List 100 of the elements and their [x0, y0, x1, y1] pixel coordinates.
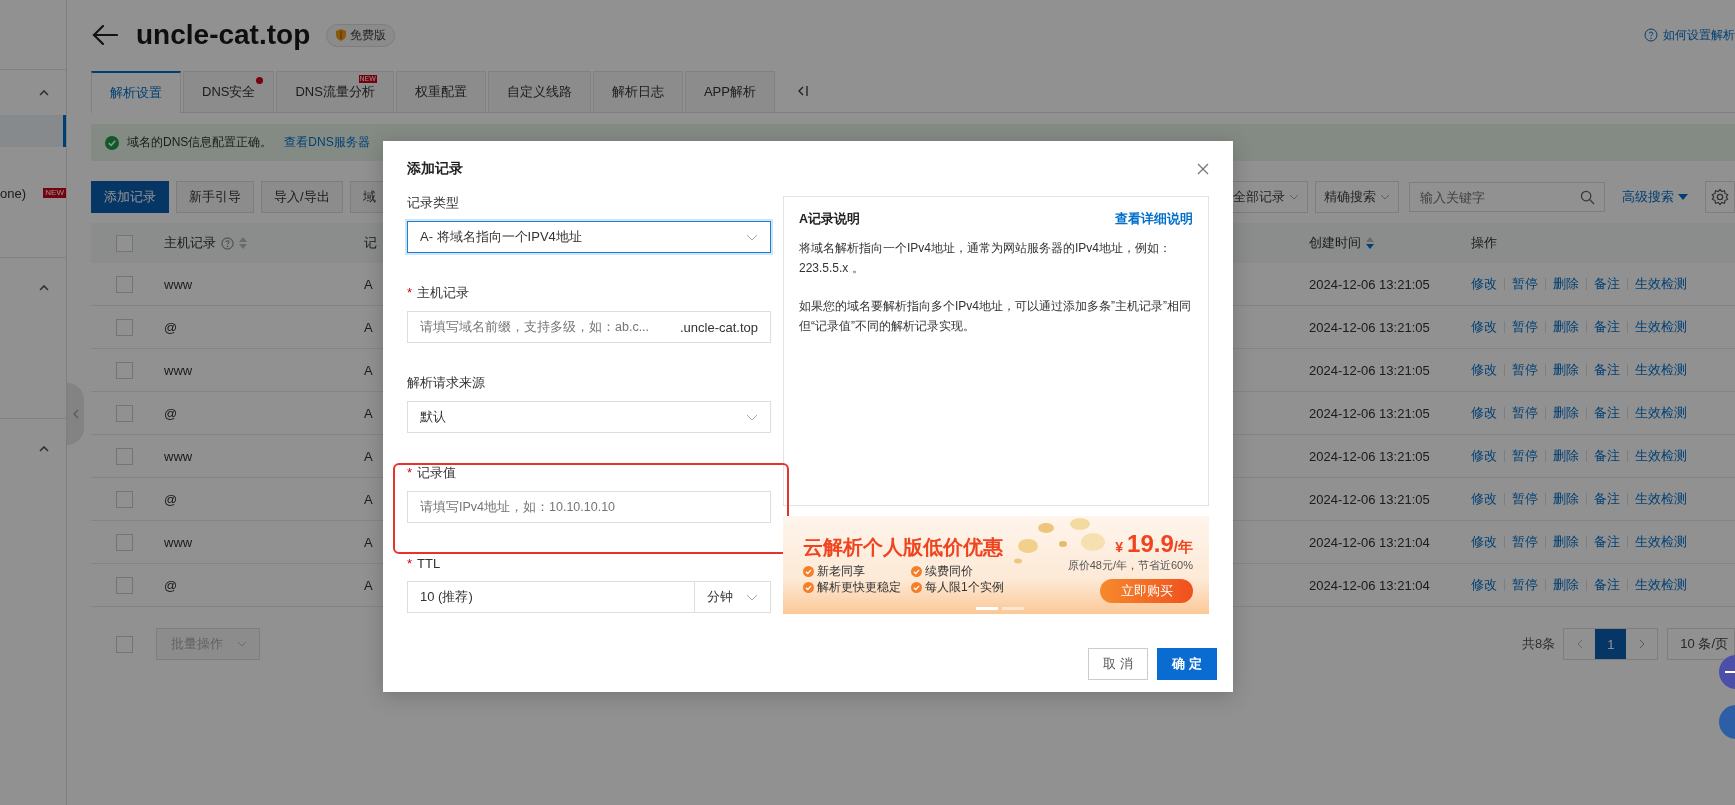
chevron-icon[interactable]: [39, 285, 49, 291]
action-link[interactable]: 修改: [1471, 579, 1504, 591]
chevron-icon[interactable]: [39, 89, 49, 96]
checkbox[interactable]: [116, 234, 133, 252]
action-link[interactable]: 修改: [1471, 321, 1504, 333]
chevron-down-icon[interactable]: [746, 233, 758, 241]
action-link[interactable]: 备注: [1586, 278, 1627, 290]
action-link[interactable]: 备注: [1586, 579, 1627, 591]
dialog-button[interactable]: 取 消: [1088, 648, 1148, 680]
action-link[interactable]: 删除: [1545, 493, 1586, 505]
action-link[interactable]: 删除: [1545, 579, 1586, 591]
settings-icon[interactable]: [1711, 188, 1729, 206]
checkbox[interactable]: [116, 533, 133, 551]
chevron-down-icon[interactable]: [237, 641, 247, 647]
action-link[interactable]: 暂停: [1504, 321, 1545, 333]
toolbar-button[interactable]: 新手引导: [176, 181, 254, 213]
details-link[interactable]: 查看详细说明: [1115, 211, 1193, 228]
action-link[interactable]: 暂停: [1504, 579, 1545, 591]
action-link[interactable]: 生效检测: [1627, 364, 1694, 376]
action-link[interactable]: 删除: [1545, 364, 1586, 376]
action-link[interactable]: 删除: [1545, 278, 1586, 290]
action-link[interactable]: 修改: [1471, 364, 1504, 376]
checkbox[interactable]: [116, 361, 133, 379]
action-link[interactable]: 暂停: [1504, 536, 1545, 548]
tab[interactable]: DNS安全: [183, 71, 275, 112]
action-link[interactable]: 修改: [1471, 278, 1504, 290]
action-link[interactable]: 修改: [1471, 450, 1504, 462]
action-link[interactable]: 生效检测: [1627, 278, 1694, 290]
action-link[interactable]: 暂停: [1504, 278, 1545, 290]
checkbox[interactable]: [116, 275, 133, 293]
tab[interactable]: 权重配置: [395, 71, 486, 112]
help-icon[interactable]: [1644, 28, 1658, 42]
chevron-icon[interactable]: [39, 446, 49, 452]
help-icon[interactable]: [221, 236, 234, 250]
action-link[interactable]: 生效检测: [1627, 450, 1694, 462]
page-button[interactable]: 1: [1595, 629, 1627, 659]
settings-button[interactable]: [1705, 181, 1735, 213]
tab[interactable]: APP解析: [684, 71, 775, 112]
input-field[interactable]: 请填写IPv4地址，如：10.10.10.10: [407, 491, 771, 523]
back-arrow-icon[interactable]: [92, 25, 118, 45]
action-link[interactable]: 修改: [1471, 493, 1504, 505]
text-input[interactable]: 请填写域名前缀，支持多级，如：ab.c...: [420, 320, 672, 334]
action-link[interactable]: 暂停: [1504, 364, 1545, 376]
action-link[interactable]: 暂停: [1504, 450, 1545, 462]
action-link[interactable]: 修改: [1471, 407, 1504, 419]
action-link[interactable]: 暂停: [1504, 407, 1545, 419]
toolbar-button[interactable]: 添加记录: [91, 181, 169, 213]
chevron-left-icon[interactable]: [1576, 639, 1583, 649]
checkbox[interactable]: [116, 576, 133, 594]
chevron-down-icon[interactable]: [1380, 194, 1390, 200]
search-icon[interactable]: [1580, 190, 1595, 205]
action-link[interactable]: 生效检测: [1627, 579, 1694, 591]
tab[interactable]: 解析日志: [592, 71, 683, 112]
toolbar-button[interactable]: 导入/导出: [261, 181, 343, 213]
match-mode-dropdown[interactable]: 精确搜索: [1315, 181, 1399, 213]
action-link[interactable]: 备注: [1586, 321, 1627, 333]
page-size-dropdown[interactable]: 10 条/页: [1667, 628, 1735, 660]
dns-server-link[interactable]: 查看DNS服务器: [284, 134, 370, 151]
sidebar-item[interactable]: [0, 115, 66, 147]
collapse-handle[interactable]: [67, 383, 84, 445]
advanced-search-link[interactable]: 高级搜索: [1622, 188, 1674, 206]
action-link[interactable]: 备注: [1586, 450, 1627, 462]
sidebar-item[interactable]: one) NEW: [0, 177, 66, 209]
action-link[interactable]: 删除: [1545, 536, 1586, 548]
collapse-icon[interactable]: [796, 85, 809, 97]
search-field[interactable]: 输入关键字: [1409, 182, 1605, 212]
sort-icon[interactable]: [1366, 237, 1374, 249]
select-field[interactable]: 默认: [407, 401, 771, 433]
action-link[interactable]: 删除: [1545, 450, 1586, 462]
caret-icon[interactable]: [1678, 194, 1688, 200]
action-link[interactable]: 备注: [1586, 364, 1627, 376]
action-link[interactable]: 生效检测: [1627, 407, 1694, 419]
chevron-right-icon[interactable]: [1638, 639, 1645, 649]
checkbox[interactable]: [116, 490, 133, 508]
action-link[interactable]: 生效检测: [1627, 321, 1694, 333]
checkbox[interactable]: [116, 635, 133, 653]
action-link[interactable]: 生效检测: [1627, 493, 1694, 505]
checkbox[interactable]: [116, 404, 133, 422]
action-link[interactable]: 修改: [1471, 536, 1504, 548]
input-field[interactable]: 请填写域名前缀，支持多级，如：ab.c... .uncle-cat.top: [407, 311, 771, 343]
action-link[interactable]: 备注: [1586, 407, 1627, 419]
chevron-down-icon[interactable]: [1289, 194, 1299, 200]
buy-button[interactable]: 立即购买: [1100, 579, 1193, 603]
close-icon[interactable]: [1197, 162, 1209, 175]
checkbox[interactable]: [116, 447, 133, 465]
tab[interactable]: 自定义线路: [487, 71, 591, 112]
tab[interactable]: 解析设置: [91, 71, 181, 113]
select-field[interactable]: A- 将域名指向一个IPV4地址: [407, 221, 771, 253]
action-link[interactable]: 生效检测: [1627, 536, 1694, 548]
dialog-button[interactable]: 确 定: [1157, 648, 1217, 680]
chevron-down-icon[interactable]: [746, 593, 758, 601]
promo-banner[interactable]: 云解析个人版低价优惠 新老同享 续费同价 解析更快更稳定 每人限1个实例 ¥ 19.9/年 原价48元/年，节省近60% 立即购买: [783, 516, 1209, 614]
action-link[interactable]: 删除: [1545, 321, 1586, 333]
unit-dropdown[interactable]: 分钟: [695, 581, 771, 613]
sort-icon[interactable]: [239, 237, 247, 249]
action-link[interactable]: 备注: [1586, 536, 1627, 548]
help-link[interactable]: 如何设置解析: [1663, 26, 1735, 44]
action-link[interactable]: 删除: [1545, 407, 1586, 419]
checkbox[interactable]: [116, 318, 133, 336]
input-field[interactable]: 10 (推荐): [407, 581, 695, 613]
